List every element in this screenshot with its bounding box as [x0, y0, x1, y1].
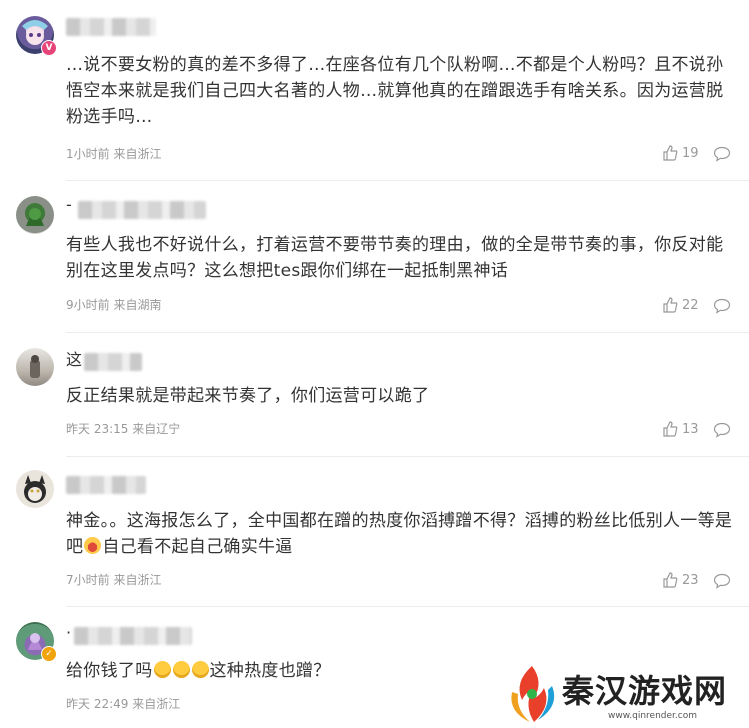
comment-bubble-icon[interactable] [713, 146, 731, 162]
like-count: 19 [682, 145, 699, 161]
username-blurred[interactable] [66, 18, 156, 36]
comment-bubble-icon[interactable] [713, 422, 731, 438]
username-blurred[interactable] [84, 353, 142, 371]
like-button[interactable]: 22 [662, 297, 699, 313]
like-button[interactable]: 19 [662, 145, 699, 161]
site-watermark: 秦汉游戏网 www.qinrender.com [504, 662, 749, 728]
comment-meta: 9小时前 来自湖南 [66, 298, 162, 312]
username-blurred[interactable] [66, 476, 146, 494]
comment-text-part: 自己看不起自己确实牛逼 [102, 537, 293, 557]
comment-text-part: 给你钱了吗 [66, 661, 153, 681]
divider [66, 456, 749, 457]
like-count: 23 [682, 572, 699, 588]
site-logo-icon [511, 666, 555, 722]
comment-meta: 昨天 22:49 来自浙江 [66, 697, 181, 711]
site-url: www.qinrender.com [608, 711, 697, 721]
comment-bubble-icon[interactable] [713, 298, 731, 314]
comment-text: 有些人我也不好说什么，打着运营不要带节奏的理由，做的全是带节奏的事，你反对能别在… [66, 235, 724, 281]
username-prefix: · [66, 623, 72, 642]
comment-text-part: 这种热度也蹭？ [209, 661, 331, 681]
avatar[interactable] [16, 348, 54, 386]
verified-badge-icon: ✓ [41, 646, 57, 662]
username-prefix: 这 [66, 350, 83, 369]
smile-emoji-icon [191, 661, 209, 678]
thumbs-up-icon [663, 572, 678, 588]
comment-meta: 1小时前 来自浙江 [66, 147, 162, 161]
avatar[interactable] [16, 470, 54, 508]
vip-badge-icon: V [41, 40, 57, 56]
site-title: 秦汉游戏网 [562, 672, 728, 710]
thumbs-up-icon [663, 421, 678, 437]
laughing-emoji-icon [84, 537, 102, 554]
thumbs-up-icon [663, 297, 678, 313]
username-blurred[interactable] [74, 627, 192, 645]
username-blurred[interactable] [78, 201, 206, 219]
like-button[interactable]: 13 [662, 421, 699, 437]
divider [66, 332, 749, 333]
like-count: 22 [682, 297, 699, 313]
avatar[interactable] [16, 196, 54, 234]
comment-bubble-icon[interactable] [713, 573, 731, 589]
comment-meta: 7小时前 来自浙江 [66, 573, 162, 587]
comment-text: …说不要女粉的真的差不多得了…在座各位有几个队粉啊…不都是个人粉吗？且不说孙悟空… [66, 55, 724, 127]
comment-text: 反正结果就是带起来节奏了，你们运营可以跪了 [66, 386, 430, 406]
smile-emoji-icon [172, 661, 190, 678]
username-prefix: - [66, 195, 72, 214]
smile-emoji-icon [153, 661, 171, 678]
divider [66, 606, 749, 607]
comment-meta: 昨天 23:15 来自辽宁 [66, 422, 181, 436]
thumbs-up-icon [663, 145, 678, 161]
comment-text: 神金。。这海报怎么了，全中国都在蹭的热度你滔搏蹭不得？滔搏的粉丝比低别人一等是吧… [66, 508, 736, 560]
like-button[interactable]: 23 [662, 572, 699, 588]
divider [66, 180, 749, 181]
like-count: 13 [682, 421, 699, 437]
